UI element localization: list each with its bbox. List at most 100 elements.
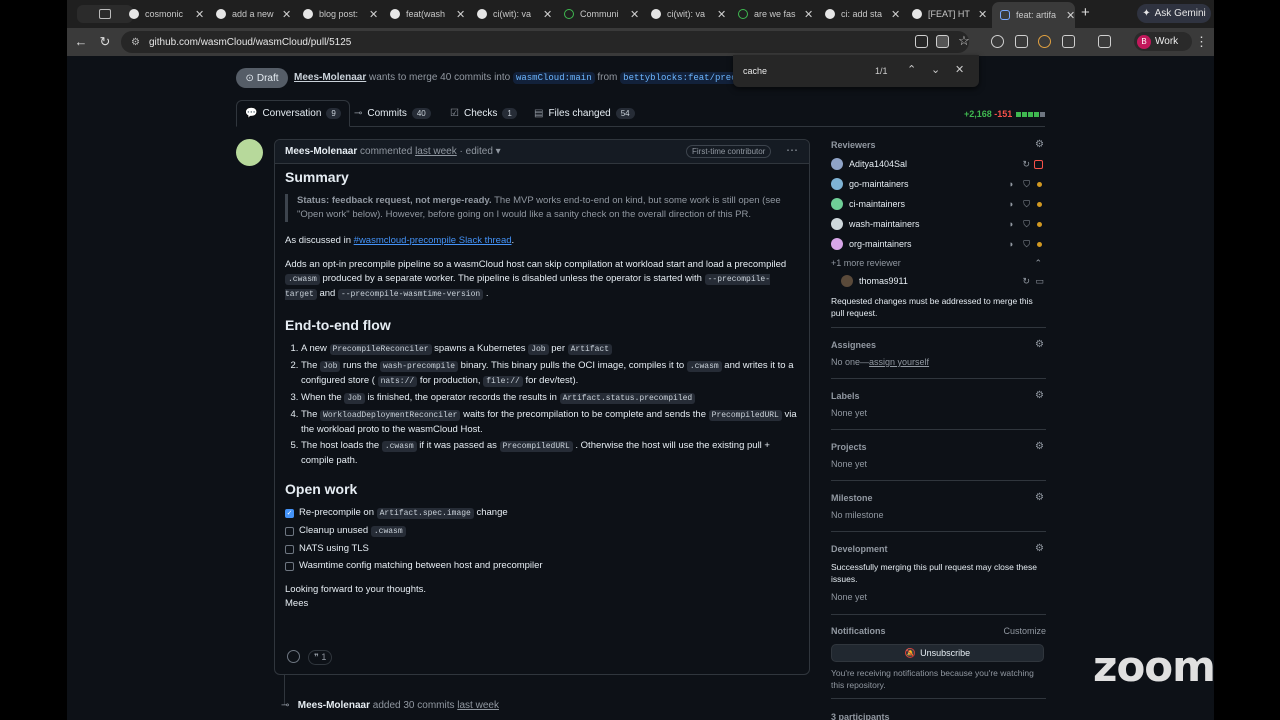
team-icon: ◗ bbox=[1008, 179, 1014, 189]
tab-files-changed[interactable]: ▤ Files changed 54 bbox=[526, 100, 643, 127]
checkbox[interactable] bbox=[285, 527, 294, 536]
tab-9[interactable]: [FEAT] HT ✕ bbox=[912, 4, 987, 24]
back-button[interactable]: ← bbox=[73, 34, 89, 49]
gear-icon[interactable]: ⚙ bbox=[1035, 441, 1044, 452]
commit-icon: ⊸ bbox=[281, 700, 290, 711]
tab-3[interactable]: feat(wash ✕ bbox=[390, 4, 465, 24]
assignees-section: Assignees ⚙ No one—assign yourself bbox=[831, 339, 1044, 367]
comment-menu-icon[interactable]: ⋯ bbox=[786, 143, 798, 157]
toolbar: ← ↻ ⚙ github.com/wasmCloud/wasmCloud/pul… bbox=[67, 28, 1214, 56]
tab-0[interactable]: cosmonic ✕ bbox=[129, 4, 204, 24]
close-tab-icon[interactable]: ✕ bbox=[456, 8, 465, 21]
ask-gemini-button[interactable]: ✦ Ask Gemini bbox=[1137, 4, 1211, 23]
milestone-section: Milestone ⚙ No milestone bbox=[831, 492, 1044, 520]
task-item: Wasmtime config matching between host an… bbox=[285, 559, 799, 573]
gear-icon[interactable]: ⚙ bbox=[1035, 543, 1044, 554]
globe-icon bbox=[738, 9, 748, 19]
gear-icon[interactable]: ⚙ bbox=[1035, 339, 1044, 350]
find-previous-icon[interactable]: ⌃ bbox=[907, 63, 916, 76]
new-tab-button[interactable]: + bbox=[1081, 4, 1090, 21]
reader-icon[interactable] bbox=[936, 35, 949, 48]
gear-icon[interactable]: ⚙ bbox=[1035, 492, 1044, 503]
reload-button[interactable]: ↻ bbox=[97, 34, 113, 50]
quote-reaction-icon: ❞ bbox=[314, 652, 319, 662]
comment-time-link[interactable]: last week bbox=[415, 146, 457, 157]
timeline-time-link[interactable]: last week bbox=[457, 700, 499, 711]
tab-1[interactable]: add a new ✕ bbox=[216, 4, 291, 24]
side-panel-icon[interactable] bbox=[1098, 35, 1111, 48]
browser-menu-icon[interactable]: ⋮ bbox=[1195, 34, 1208, 50]
tab-8[interactable]: ci: add sta ✕ bbox=[825, 4, 900, 24]
pr-author-link[interactable]: Mees-Molenaar bbox=[294, 72, 366, 83]
tab-overview-button[interactable] bbox=[77, 5, 133, 23]
close-tab-icon[interactable]: ✕ bbox=[891, 8, 900, 21]
tab-7[interactable]: are we fas ✕ bbox=[738, 4, 813, 24]
checkbox[interactable] bbox=[285, 561, 294, 571]
comment-author[interactable]: Mees-Molenaar bbox=[285, 146, 357, 157]
reviewer-row: thomas9911 ↻ ▭ bbox=[831, 274, 1046, 288]
extension-1-icon[interactable] bbox=[991, 35, 1004, 48]
tab-strip: cosmonic ✕ add a new ✕ blog post: ✕ feat(wa… bbox=[67, 0, 1214, 28]
more-reviewer-toggle[interactable]: +1 more reviewer ⌃ bbox=[831, 256, 1046, 270]
tab-6[interactable]: ci(wit): va ✕ bbox=[651, 4, 726, 24]
reviewer-avatar bbox=[831, 158, 843, 170]
gear-icon[interactable]: ⚙ bbox=[1035, 390, 1044, 401]
unsubscribe-button[interactable]: 🔕 Unsubscribe bbox=[831, 644, 1044, 662]
extensions-puzzle-icon[interactable] bbox=[1062, 35, 1075, 48]
edited-dropdown[interactable]: · edited bbox=[460, 146, 493, 157]
customize-link[interactable]: Customize bbox=[1003, 626, 1046, 636]
find-close-icon[interactable]: ✕ bbox=[955, 63, 964, 76]
files-icon: ▤ bbox=[534, 108, 544, 119]
tab-5[interactable]: Communi ✕ bbox=[564, 4, 639, 24]
diff-square bbox=[1033, 112, 1039, 117]
checkbox-checked[interactable]: ✓ bbox=[285, 509, 294, 518]
reaction-button[interactable]: ❞ 1 bbox=[308, 650, 333, 665]
close-tab-icon[interactable]: ✕ bbox=[717, 8, 726, 21]
shield-icon: ⛉ bbox=[1023, 238, 1030, 249]
divider bbox=[831, 531, 1046, 532]
address-bar[interactable]: ⚙ github.com/wasmCloud/wasmCloud/pull/51… bbox=[121, 31, 969, 53]
extension-2-icon[interactable] bbox=[1015, 35, 1028, 48]
extension-3-icon[interactable] bbox=[1038, 35, 1051, 48]
add-reaction-icon[interactable] bbox=[287, 650, 300, 663]
bell-slash-icon: 🔕 bbox=[904, 647, 917, 658]
base-branch[interactable]: wasmCloud:main bbox=[512, 72, 595, 84]
tab-2[interactable]: blog post: ✕ bbox=[303, 4, 378, 24]
first-time-contributor-badge: First-time contributor bbox=[686, 145, 772, 158]
close-tab-icon[interactable]: ✕ bbox=[630, 8, 639, 21]
close-tab-icon[interactable]: ✕ bbox=[282, 8, 291, 21]
chevron-down-icon[interactable]: ▾ bbox=[496, 146, 501, 157]
slack-thread-link[interactable]: #wasmcloud-precompile Slack thread bbox=[354, 235, 512, 246]
url-text: github.com/wasmCloud/wasmCloud/pull/5125 bbox=[149, 36, 352, 48]
tab-commits[interactable]: ⊸ Commits 40 bbox=[346, 100, 439, 127]
re-request-icon[interactable]: ↻ bbox=[1022, 159, 1030, 170]
changes-requested-note: Requested changes must be addressed to m… bbox=[831, 296, 1033, 318]
find-input[interactable]: cache bbox=[743, 66, 767, 76]
cast-icon[interactable] bbox=[915, 35, 928, 48]
tab-4[interactable]: ci(wit): va ✕ bbox=[477, 4, 552, 24]
author-avatar[interactable] bbox=[236, 139, 263, 166]
close-tab-icon[interactable]: ✕ bbox=[543, 8, 552, 21]
bookmark-star-icon[interactable]: ☆ bbox=[956, 33, 972, 49]
gear-icon[interactable]: ⚙ bbox=[1035, 139, 1044, 150]
close-tab-icon[interactable]: ✕ bbox=[369, 8, 378, 21]
site-info-icon[interactable]: ⚙ bbox=[131, 37, 143, 48]
timeline-author[interactable]: Mees-Molenaar bbox=[298, 700, 370, 711]
tab-checks[interactable]: ☑ Checks 1 bbox=[442, 100, 525, 127]
browser-window: cosmonic ✕ add a new ✕ blog post: ✕ feat(wa… bbox=[67, 0, 1214, 720]
assign-yourself-link[interactable]: assign yourself bbox=[869, 357, 929, 367]
find-next-icon[interactable]: ⌄ bbox=[931, 63, 940, 76]
community-icon bbox=[564, 9, 574, 19]
close-tab-icon[interactable]: ✕ bbox=[978, 8, 987, 21]
divider bbox=[831, 698, 1046, 699]
divider bbox=[831, 429, 1046, 430]
checkbox[interactable] bbox=[285, 544, 294, 554]
profile-button[interactable]: B Work bbox=[1134, 32, 1192, 51]
re-request-icon[interactable]: ↻ bbox=[1022, 276, 1030, 287]
pending-dot bbox=[1037, 181, 1042, 187]
tab-10-active[interactable]: feat: artifa ✕ bbox=[992, 2, 1076, 28]
close-tab-icon[interactable]: ✕ bbox=[1066, 9, 1075, 22]
close-tab-icon[interactable]: ✕ bbox=[804, 8, 813, 21]
tab-conversation[interactable]: 💬 Conversation 9 bbox=[236, 100, 350, 127]
close-tab-icon[interactable]: ✕ bbox=[195, 8, 204, 21]
